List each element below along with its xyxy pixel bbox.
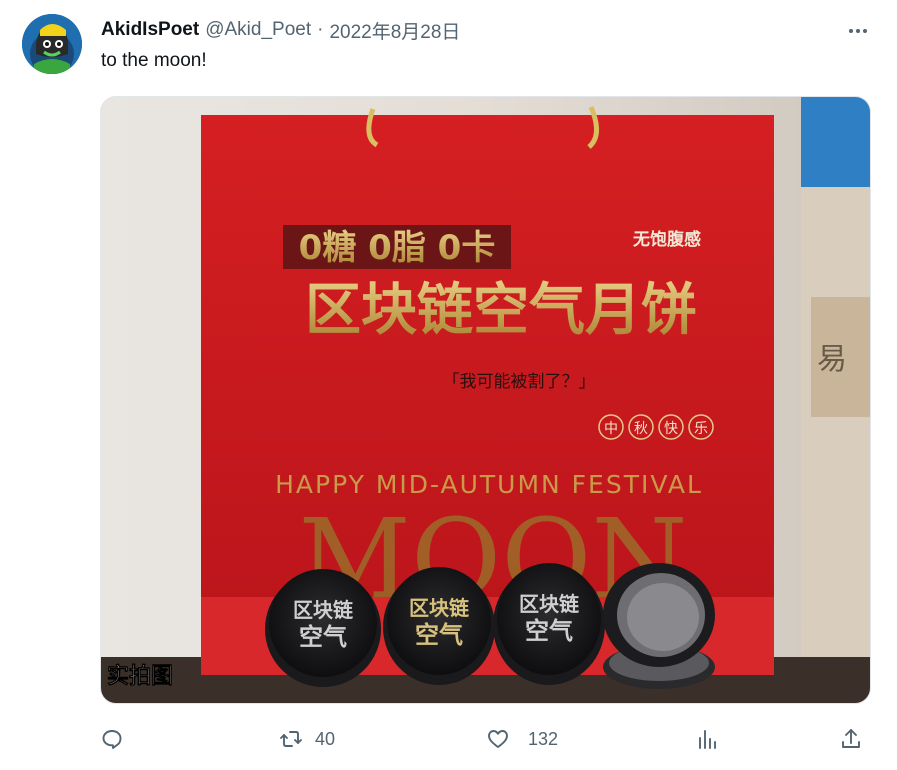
tin-top-text: 区块链 bbox=[519, 592, 580, 616]
tweet-header: AkidIsPoet @Akid_Poet · 2022年8月28日 bbox=[101, 17, 460, 43]
more-button[interactable] bbox=[836, 18, 880, 44]
like-count: 132 bbox=[528, 728, 559, 749]
retweet-count: 40 bbox=[315, 728, 336, 749]
tin-bottom-text: 空气 bbox=[525, 617, 573, 645]
action-bar: 40 132 bbox=[100, 722, 870, 756]
tweet-text: to the moon! bbox=[101, 50, 207, 71]
bag-claim-text: 0糖 0脂 0卡 bbox=[299, 228, 496, 268]
avatar-punk-icon bbox=[22, 14, 82, 74]
tin-top-text: 区块链 bbox=[293, 598, 354, 622]
more-dots-icon bbox=[849, 29, 867, 33]
avatar[interactable] bbox=[22, 14, 82, 74]
festival-char: 快 bbox=[664, 421, 678, 437]
retweet-icon bbox=[280, 731, 302, 747]
bag-title-text: 区块链空气月饼 bbox=[305, 278, 697, 343]
heart-icon bbox=[488, 730, 508, 748]
views-icon bbox=[699, 730, 716, 749]
share-button[interactable] bbox=[839, 722, 863, 756]
reply-button[interactable] bbox=[100, 722, 136, 756]
reply-icon bbox=[102, 730, 122, 749]
share-icon bbox=[842, 729, 860, 748]
festival-char: 乐 bbox=[694, 421, 708, 437]
festival-char: 秋 bbox=[634, 421, 648, 437]
author-name[interactable]: AkidIsPoet bbox=[101, 19, 199, 41]
mooncake-bag-photo: 易 0糖 0脂 0卡 无饱腹感 区块链空气月饼 「我可能被割了？」 中 秋 快 … bbox=[101, 97, 870, 703]
separator-dot: · bbox=[317, 19, 324, 40]
tin-open bbox=[603, 563, 715, 689]
tin-bottom-text: 空气 bbox=[299, 623, 347, 651]
bag-tag-text: 无饱腹感 bbox=[632, 229, 701, 250]
tweet-photo[interactable]: 易 0糖 0脂 0卡 无饱腹感 区块链空气月饼 「我可能被割了？」 中 秋 快 … bbox=[100, 96, 871, 704]
tin-top-text: 区块链 bbox=[409, 596, 470, 620]
retweet-button[interactable]: 40 bbox=[279, 722, 335, 756]
bag-quote-text: 「我可能被割了？」 bbox=[443, 372, 596, 392]
views-button[interactable] bbox=[696, 722, 732, 756]
corner-label: 实拍图 bbox=[107, 663, 173, 689]
festival-char: 中 bbox=[604, 421, 618, 437]
tin-bottom-text: 空气 bbox=[415, 621, 463, 649]
svg-text:易: 易 bbox=[817, 342, 847, 377]
author-handle[interactable]: @Akid_Poet bbox=[205, 19, 311, 41]
like-button[interactable]: 132 bbox=[486, 722, 558, 756]
tweet-date[interactable]: 2022年8月28日 bbox=[329, 17, 460, 44]
